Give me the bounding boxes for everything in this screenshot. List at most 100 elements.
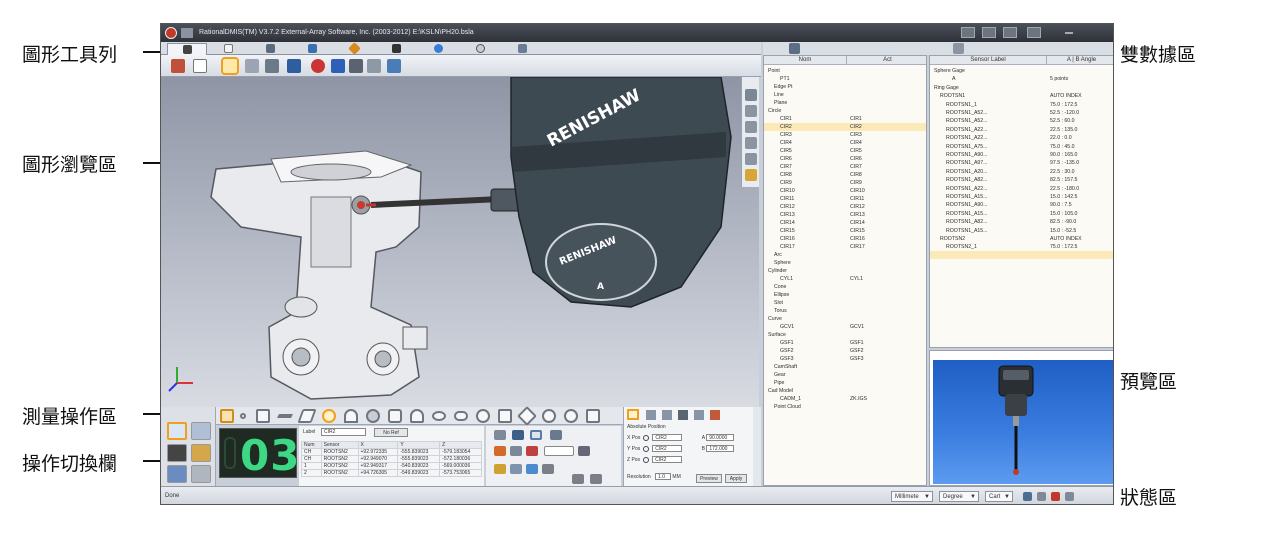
- tree-item-actual[interactable]: CIR3: [850, 131, 862, 139]
- home-view-icon[interactable]: [171, 59, 185, 73]
- tree-item[interactable]: Torus: [774, 307, 787, 315]
- curve-feature-icon[interactable]: [498, 409, 512, 423]
- sample-icon[interactable]: [494, 430, 506, 440]
- y-pos-radio[interactable]: [643, 445, 650, 452]
- probe-down-icon[interactable]: [590, 474, 602, 484]
- pos-mode5-icon[interactable]: [694, 410, 704, 420]
- unit-dropdown[interactable]: Millimete ▼: [891, 491, 933, 502]
- tab-eye[interactable]: [461, 43, 501, 55]
- tab-document[interactable]: [209, 43, 249, 55]
- tolerance-mode-icon[interactable]: [167, 465, 187, 483]
- z-pos-radio[interactable]: [643, 456, 650, 463]
- tree-item-actual[interactable]: GSF1: [850, 339, 864, 347]
- tree-item[interactable]: CIR15: [780, 227, 795, 235]
- sensor-item[interactable]: ROOTSN1_A15...: [946, 193, 988, 201]
- sensor-item[interactable]: ROOTSN1_A52...: [946, 109, 988, 117]
- tree-item[interactable]: Cylinder: [768, 267, 787, 275]
- camera-icon[interactable]: [550, 430, 562, 440]
- snap-icon[interactable]: [745, 89, 757, 101]
- app-menu-icon[interactable]: [181, 28, 193, 38]
- tab-monitor[interactable]: [293, 43, 333, 55]
- preview-button[interactable]: Preview: [696, 474, 722, 483]
- tab-probe[interactable]: [377, 43, 417, 55]
- y-pos-input[interactable]: CIR2: [652, 445, 683, 453]
- tree-item[interactable]: CamShaft: [774, 363, 797, 371]
- tree-item-actual[interactable]: CIR14: [850, 219, 865, 227]
- sensor-item[interactable]: ROOTSN1_A20...: [946, 168, 988, 176]
- tree-item-actual[interactable]: CIR4: [850, 139, 862, 147]
- tools-icon[interactable]: [349, 59, 363, 73]
- measure-pointer-icon[interactable]: [220, 409, 234, 423]
- surface-feature-icon[interactable]: [517, 406, 537, 426]
- tree-item[interactable]: CIR8: [780, 171, 792, 179]
- construct-mode-icon[interactable]: [191, 422, 211, 440]
- probe-icon[interactable]: [982, 27, 996, 38]
- tree-item[interactable]: CIR6: [780, 155, 792, 163]
- tree-item[interactable]: Surface: [768, 331, 786, 339]
- tree-item-actual[interactable]: CIR7: [850, 163, 862, 171]
- tree-item[interactable]: CYL1: [780, 275, 793, 283]
- tree-item-actual[interactable]: CIR6: [850, 155, 862, 163]
- sensor-item[interactable]: ROOTSN1_A52...: [946, 117, 988, 125]
- cylinder-feature-icon[interactable]: [388, 409, 402, 423]
- point-feature-icon[interactable]: [240, 413, 246, 419]
- tree-item-actual[interactable]: GSF2: [850, 347, 864, 355]
- sensor-item[interactable]: ROOTSN1: [940, 92, 965, 100]
- tree-item[interactable]: GCV1: [780, 323, 794, 331]
- pipe-feature-icon[interactable]: [586, 409, 600, 423]
- export-icon[interactable]: [494, 464, 506, 474]
- tree-item-actual[interactable]: CIR17: [850, 243, 865, 251]
- tab-table[interactable]: [251, 43, 291, 55]
- pos-mode2-icon[interactable]: [646, 410, 656, 420]
- vector-icon[interactable]: [512, 430, 524, 440]
- tree-item-actual[interactable]: CIR5: [850, 147, 862, 155]
- sensor-item[interactable]: ROOTSN1_1: [946, 101, 977, 109]
- tree-item[interactable]: GSF2: [780, 347, 794, 355]
- cube-view-icon[interactable]: [367, 59, 381, 73]
- tree-item[interactable]: PT1: [780, 75, 790, 83]
- sensor-item[interactable]: ROOTSN2: [940, 235, 965, 243]
- tree-item-actual[interactable]: GSF3: [850, 355, 864, 363]
- color-icon[interactable]: [331, 59, 345, 73]
- pos-mode-icon[interactable]: [627, 409, 639, 420]
- tree-item[interactable]: CIR14: [780, 219, 795, 227]
- tree-item[interactable]: CIR9: [780, 179, 792, 187]
- minimize-icon[interactable]: [1065, 32, 1073, 34]
- tree-item[interactable]: Edge Pt: [774, 83, 792, 91]
- select-arrow-icon[interactable]: [193, 59, 207, 73]
- sensor-item[interactable]: ROOTSN1_A15...: [946, 210, 988, 218]
- tree-item[interactable]: CIR17: [780, 243, 795, 251]
- sensor-item[interactable]: ROOTSN1_A90...: [946, 201, 988, 209]
- tree-item-actual[interactable]: CIR1: [850, 115, 862, 123]
- tree-item[interactable]: Curve: [768, 315, 782, 323]
- pos-mode3-icon[interactable]: [662, 410, 672, 420]
- machine-status-icon[interactable]: [1023, 492, 1032, 501]
- point-icon[interactable]: [745, 105, 757, 117]
- tab-globe[interactable]: [419, 43, 459, 55]
- axis-icon[interactable]: [287, 59, 301, 73]
- tree-item[interactable]: CIR11: [780, 195, 794, 203]
- line-feature-icon[interactable]: [277, 414, 293, 418]
- table-row[interactable]: 1 ROOTSN2 +92.949317 -540.839023 -569.000036: [301, 462, 482, 470]
- tree-item-actual[interactable]: CIR11: [850, 195, 864, 203]
- table-row[interactable]: CH ROOTSN2 +92.949070 -555.839023 -572.18003…: [301, 455, 482, 463]
- sensor-item[interactable]: Ring Gage: [934, 84, 959, 92]
- tree-item-actual[interactable]: CIR12: [850, 203, 865, 211]
- camera-status-icon[interactable]: [1037, 492, 1046, 501]
- x-pos-input[interactable]: CIR2: [652, 434, 683, 442]
- tree-item[interactable]: GSF3: [780, 355, 794, 363]
- feature-tree-tab-icon[interactable]: [789, 43, 800, 54]
- apply-button[interactable]: Apply: [725, 474, 747, 483]
- sensor-item[interactable]: ROOTSN1_A15...: [946, 227, 988, 235]
- tree-item[interactable]: Slot: [774, 299, 783, 307]
- torus-feature-icon[interactable]: [476, 409, 490, 423]
- table-row[interactable]: 2 ROOTSN2 +94.726305 -549.839023 -573.753065: [301, 469, 482, 477]
- filter-icon[interactable]: [578, 446, 590, 456]
- a-angle-input[interactable]: 90.0000: [706, 434, 735, 442]
- circle-feature-icon[interactable]: [322, 409, 336, 423]
- probe-mode-icon[interactable]: [167, 444, 187, 462]
- tree-item-actual[interactable]: CIR15: [850, 227, 865, 235]
- tree-item[interactable]: CADM_1: [780, 395, 801, 403]
- surface-snap-icon[interactable]: [745, 137, 757, 149]
- tree-item[interactable]: Sphere: [774, 259, 791, 267]
